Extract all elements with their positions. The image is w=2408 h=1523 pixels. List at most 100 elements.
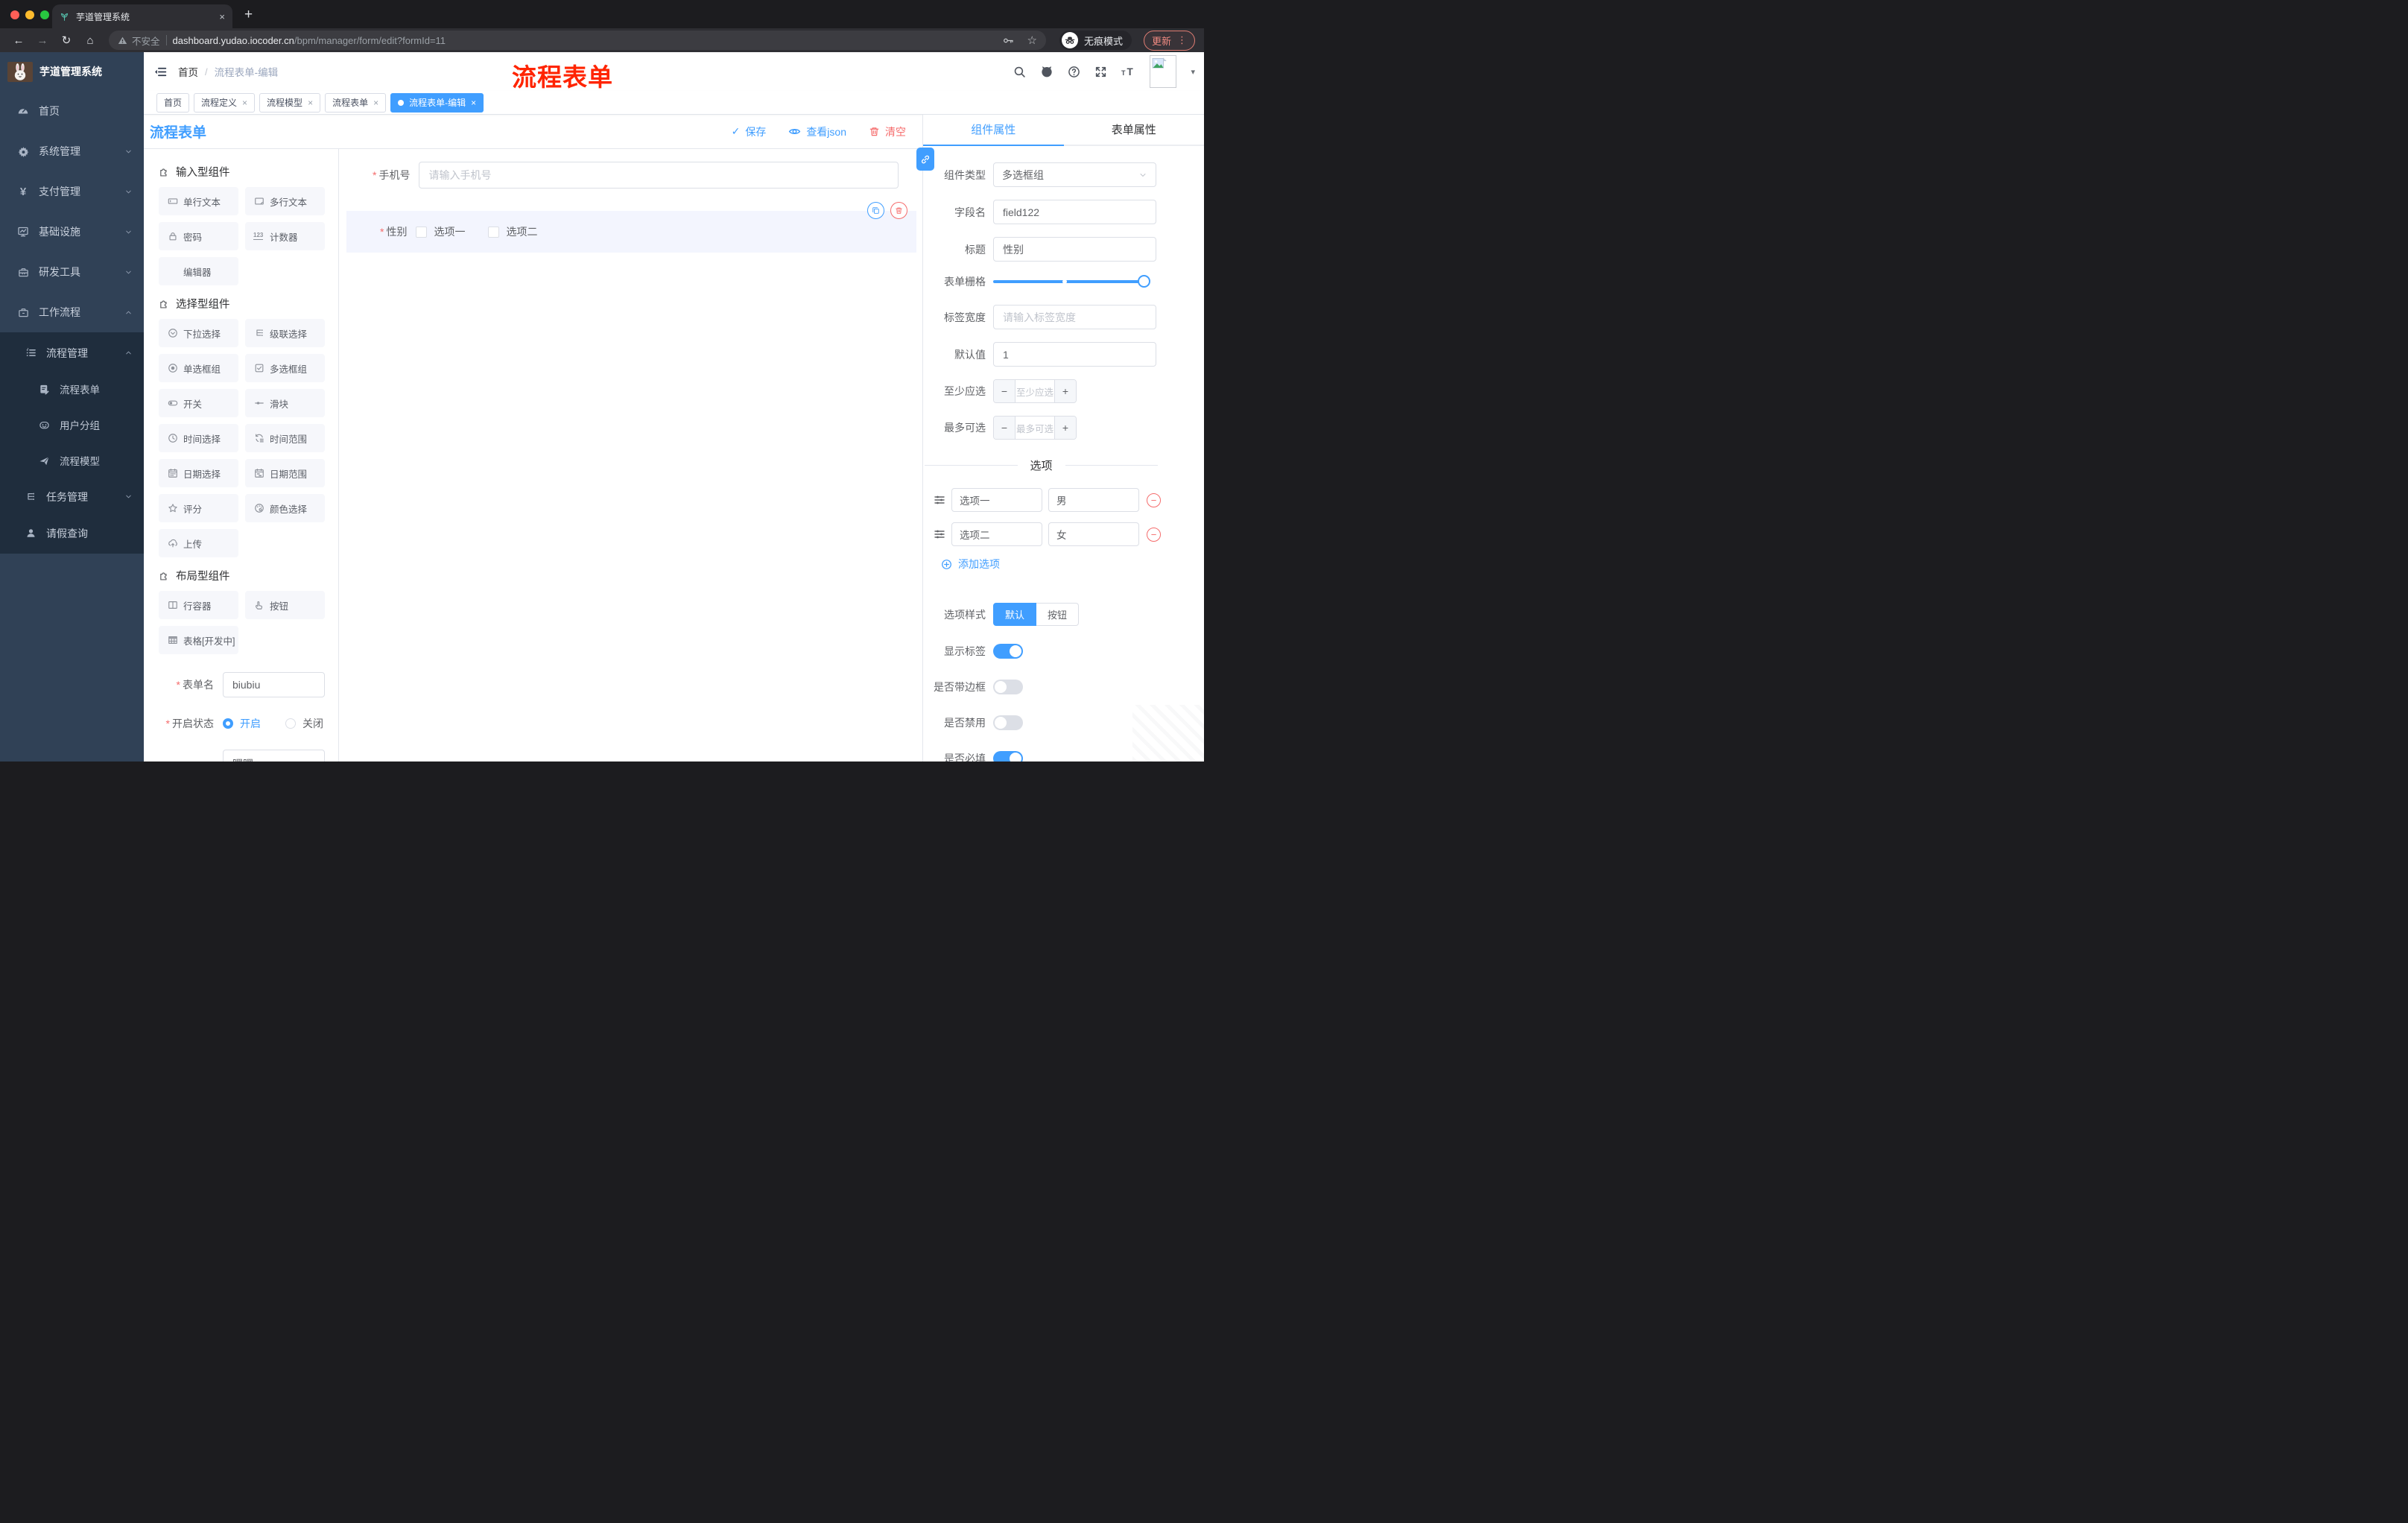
sidebar-item-process-form[interactable]: 流程表单 [0,371,144,407]
palette-item-time-range[interactable]: 时间范围 [245,424,325,452]
palette-item-editor[interactable]: 编辑器 [159,257,238,285]
sidebar-item-user-groups[interactable]: 用户分组 [0,407,144,443]
border-toggle[interactable] [993,680,1023,694]
form-name-input[interactable] [223,672,325,697]
fullscreen-icon[interactable] [1094,66,1107,78]
phone-input[interactable] [419,162,899,189]
show-label-toggle[interactable] [993,644,1023,659]
stepper-increase-button[interactable]: + [1054,380,1076,402]
checkbox-unchecked[interactable] [416,226,428,238]
tab-close-icon[interactable]: × [373,98,378,107]
status-radio-off[interactable]: 关闭 [285,716,323,731]
tab-form-props[interactable]: 表单属性 [1064,115,1205,145]
browser-menu-icon[interactable]: ⋮ [1177,34,1187,46]
disabled-toggle[interactable] [993,715,1023,730]
sidebar-item-workflow[interactable]: 工作流程 [0,292,144,332]
component-type-select[interactable]: 多选框组 [993,162,1156,187]
tab-close-icon[interactable]: × [471,98,476,107]
palette-item-date-range[interactable]: 日期范围 [245,459,325,487]
stepper-placeholder[interactable]: 至少应选 [1016,380,1054,402]
palette-item-row-container[interactable]: 行容器 [159,591,238,619]
clear-button[interactable]: 清空 [869,124,906,139]
option-value-input[interactable] [1048,488,1139,512]
tab-close-icon[interactable]: × [219,11,225,22]
style-button-button[interactable]: 按钮 [1036,603,1080,626]
workspace-tab-process-form-edit[interactable]: 流程表单-编辑 × [390,92,484,113]
browser-tab[interactable]: 芋道管理系统 × [52,4,232,28]
option-label-input[interactable] [951,488,1042,512]
gender-checkbox-option2[interactable]: 选项二 [488,224,537,239]
gender-checkbox-option1[interactable]: 选项一 [416,224,465,239]
palette-item-cascader[interactable]: 级联选择 [245,319,325,347]
style-default-button[interactable]: 默认 [993,603,1037,626]
sidebar-item-process-model[interactable]: 流程模型 [0,443,144,478]
field-name-input[interactable] [993,200,1156,224]
palette-item-password[interactable]: 密码 [159,222,238,250]
default-value-input[interactable] [993,342,1156,367]
option-value-input[interactable] [1048,522,1139,546]
back-icon[interactable]: ← [9,34,28,47]
search-icon[interactable] [1013,66,1026,78]
palette-item-time-picker[interactable]: 时间选择 [159,424,238,452]
sidebar-item-infrastructure[interactable]: 基础设施 [0,212,144,252]
workspace-tab-process-model[interactable]: 流程模型 × [259,92,321,113]
security-warning[interactable]: 不安全 [118,34,160,48]
tab-close-icon[interactable]: × [308,98,313,107]
new-tab-button[interactable]: + [244,7,253,22]
palette-item-color-picker[interactable]: 颜色选择 [245,494,325,522]
palette-item-select[interactable]: 下拉选择 [159,319,238,347]
font-size-icon[interactable]: T T [1121,66,1135,77]
stepper-increase-button[interactable]: + [1054,417,1076,439]
stepper-decrease-button[interactable]: − [994,417,1016,439]
breadcrumb-home[interactable]: 首页 [178,64,198,79]
checkbox-unchecked[interactable] [488,226,500,238]
workspace-tab-process-form[interactable]: 流程表单 × [325,92,387,113]
app-logo[interactable]: 芋道管理系统 [0,52,144,91]
window-close-button[interactable] [10,10,19,19]
form-grid-slider[interactable] [993,275,1150,288]
avatar[interactable] [1150,55,1177,88]
status-radio-on[interactable]: 开启 [223,716,261,731]
reload-icon[interactable]: ↻ [57,34,76,47]
tab-component-props[interactable]: 组件属性 [923,115,1064,146]
palette-item-date-picker[interactable]: 日期选择 [159,459,238,487]
forward-icon[interactable]: → [33,34,52,47]
sidebar-item-dev-tools[interactable]: 研发工具 [0,252,144,292]
palette-item-multi-line-text[interactable]: 多行文本 [245,187,325,215]
sidebar-item-process-management[interactable]: 流程管理 [0,335,144,371]
palette-item-radio-group[interactable]: 单选框组 [159,354,238,382]
add-option-button[interactable]: 添加选项 [941,557,1204,571]
required-toggle[interactable] [993,751,1023,762]
palette-item-rate[interactable]: 评分 [159,494,238,522]
view-json-button[interactable]: 查看json [788,124,846,139]
github-icon[interactable] [1040,65,1054,78]
palette-item-switch[interactable]: 开关 [159,389,238,417]
sidebar-item-home[interactable]: 首页 [0,91,144,131]
password-key-icon[interactable] [1003,35,1014,46]
form-remark-textarea[interactable]: 嘿嘿 [223,750,325,762]
sidebar-item-system[interactable]: 系统管理 [0,131,144,171]
slider-handle[interactable] [1138,275,1150,288]
title-input[interactable] [993,237,1156,262]
label-width-input[interactable] [993,305,1156,329]
remove-option-button[interactable]: − [1147,527,1161,542]
bookmark-star-icon[interactable]: ☆ [1027,34,1037,47]
workspace-tab-process-definition[interactable]: 流程定义 × [194,92,256,113]
workspace-tab-home[interactable]: 首页 [156,92,190,113]
remove-option-button[interactable]: − [1147,493,1161,507]
sidebar-collapse-icon[interactable] [154,66,167,78]
home-icon[interactable]: ⌂ [80,34,100,47]
palette-item-slider[interactable]: 滑块 [245,389,325,417]
canvas-field-phone[interactable]: * 手机号 [339,162,922,189]
sidebar-item-task-management[interactable]: 任务管理 [0,478,144,515]
palette-item-upload[interactable]: 上传 [159,529,238,557]
save-button[interactable]: ✓ 保存 [732,124,767,139]
canvas-field-gender-selected[interactable]: * 性别 选项一 选项二 [346,202,916,253]
palette-item-single-line-text[interactable]: 单行文本 [159,187,238,215]
help-icon[interactable] [1068,66,1080,78]
stepper-decrease-button[interactable]: − [994,380,1016,402]
palette-item-checkbox-group[interactable]: 多选框组 [245,354,325,382]
update-browser-button[interactable]: 更新 ⋮ [1143,30,1195,51]
panel-drawer-handle[interactable] [916,148,934,171]
copy-component-button[interactable] [867,202,884,219]
